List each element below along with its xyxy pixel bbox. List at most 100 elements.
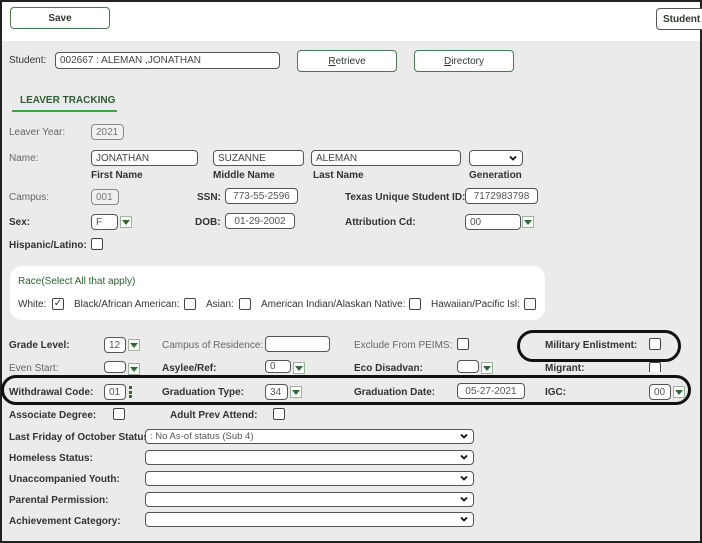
homeless-status-select[interactable] xyxy=(145,450,474,465)
toolbar: Save Student xyxy=(2,2,702,41)
associate-degree-label: Associate Degree: xyxy=(9,410,97,421)
grade-level-input[interactable]: 12 xyxy=(104,337,126,353)
race-asian-checkbox[interactable] xyxy=(239,298,251,310)
sex-dropdown-icon[interactable] xyxy=(120,216,132,228)
tsid-label: Texas Unique Student ID: xyxy=(345,192,466,203)
parental-permission-select[interactable] xyxy=(145,492,474,507)
attribution-dropdown-icon[interactable] xyxy=(522,216,534,228)
retrieve-button[interactable]: Retrieve xyxy=(297,50,397,72)
last-friday-october-value: : No As-of status (Sub 4) xyxy=(150,431,254,442)
hispanic-checkbox[interactable] xyxy=(91,238,103,250)
igc-dropdown-icon[interactable] xyxy=(673,386,685,398)
race-black-checkbox[interactable] xyxy=(184,298,196,310)
withdrawal-code-label: Withdrawal Code: xyxy=(9,387,94,398)
tab-leaver-tracking[interactable]: LEAVER TRACKING xyxy=(20,95,115,106)
igc-label: IGC: xyxy=(545,387,567,398)
race-white-checkbox[interactable]: ✓ xyxy=(52,298,64,310)
achievement-category-select[interactable] xyxy=(145,512,474,527)
leaver-year-label: Leaver Year: xyxy=(9,127,66,138)
race-black-label: Black/African American: xyxy=(74,299,180,310)
name-label: Name: xyxy=(9,153,39,164)
chevron-down-icon xyxy=(460,433,468,439)
igc-input[interactable]: 00 xyxy=(649,384,671,400)
student-button[interactable]: Student xyxy=(656,8,702,30)
race-panel: Race(Select All that apply) xyxy=(10,266,545,320)
campus-label: Campus: xyxy=(9,192,50,203)
asylee-input[interactable]: 0 xyxy=(265,360,291,373)
even-start-dropdown-icon[interactable] xyxy=(128,363,140,375)
first-name-caption: First Name xyxy=(91,170,143,181)
retrieve-label: Retrieve xyxy=(328,55,366,67)
homeless-status-label: Homeless Status: xyxy=(9,453,93,464)
even-start-label: Even Start: xyxy=(9,363,59,374)
save-button[interactable]: Save xyxy=(10,7,110,29)
hispanic-label: Hispanic/Latino: xyxy=(9,240,87,251)
sex-label: Sex: xyxy=(9,217,31,228)
asylee-dropdown-icon[interactable] xyxy=(293,362,305,374)
attribution-input[interactable]: 00 xyxy=(465,214,521,230)
graduation-type-label: Graduation Type: xyxy=(162,387,245,398)
adult-prev-attend-checkbox[interactable] xyxy=(273,408,285,420)
tab-active-indicator xyxy=(12,110,117,112)
ssn-label: SSN: xyxy=(197,192,221,203)
first-name-input[interactable]: JONATHAN xyxy=(91,150,198,166)
exclude-peims-label: Exclude From PEIMS: xyxy=(354,340,453,351)
middle-name-input[interactable]: SUZANNE xyxy=(213,150,304,166)
last-friday-october-select[interactable]: : No As-of status (Sub 4) xyxy=(145,429,474,444)
eco-disadvan-label: Eco Disadvan: xyxy=(354,363,423,374)
attribution-label: Attribution Cd: xyxy=(345,217,416,228)
eco-disadvan-dropdown-icon[interactable] xyxy=(481,362,493,374)
parental-permission-label: Parental Permission: xyxy=(9,495,109,506)
migrant-checkbox[interactable] xyxy=(649,362,661,372)
unaccompanied-youth-select[interactable] xyxy=(145,471,474,486)
military-enlistment-label: Military Enlistment: xyxy=(545,340,638,351)
even-start-input[interactable] xyxy=(104,361,126,373)
graduation-type-input[interactable]: 34 xyxy=(265,384,288,400)
campus-residence-label: Campus of Residence: xyxy=(162,340,264,351)
ssn-input[interactable]: 773-55-2596 xyxy=(225,188,298,204)
race-american-indian-label: American Indian/Alaskan Native: xyxy=(261,299,406,310)
achievement-category-label: Achievement Category: xyxy=(9,516,121,527)
race-hawaiian-checkbox[interactable] xyxy=(524,298,536,310)
sex-input[interactable]: F xyxy=(91,214,118,230)
directory-button[interactable]: Directory xyxy=(414,50,514,72)
last-name-input[interactable]: ALEMAN xyxy=(311,150,461,166)
chevron-down-icon xyxy=(460,454,468,460)
race-title: Race(Select All that apply) xyxy=(18,276,136,287)
more-options-icon[interactable] xyxy=(129,386,132,398)
campus-field: 001 xyxy=(91,189,119,205)
chevron-down-icon xyxy=(460,496,468,502)
associate-degree-checkbox[interactable] xyxy=(113,408,125,420)
adult-prev-attend-label: Adult Prev Attend: xyxy=(170,410,258,421)
grade-level-label: Grade Level: xyxy=(9,340,70,351)
military-enlistment-checkbox[interactable] xyxy=(649,338,661,350)
graduation-date-input[interactable]: 05-27-2021 xyxy=(457,383,525,399)
asylee-label: Asylee/Ref: xyxy=(162,363,217,374)
race-american-indian-checkbox[interactable] xyxy=(409,298,421,310)
dob-input[interactable]: 01-29-2002 xyxy=(225,213,295,229)
migrant-label: Migrant: xyxy=(545,363,585,374)
tsid-input[interactable]: 7172983798 xyxy=(465,188,538,204)
grade-level-dropdown-icon[interactable] xyxy=(128,339,140,351)
student-input[interactable]: 002667 : ALEMAN ,JONATHAN xyxy=(55,52,280,69)
leaver-year-field: 2021 xyxy=(91,124,124,140)
race-hawaiian-label: Hawaiian/Pacific Isl: xyxy=(431,299,520,310)
chevron-down-icon xyxy=(460,475,468,481)
chevron-down-icon xyxy=(509,155,517,161)
student-label: Student: xyxy=(9,55,47,66)
race-white-label: White: xyxy=(18,299,47,310)
graduation-date-label: Graduation Date: xyxy=(354,387,436,398)
chevron-down-icon xyxy=(460,516,468,522)
last-name-caption: Last Name xyxy=(313,170,364,181)
graduation-type-dropdown-icon[interactable] xyxy=(290,386,302,398)
race-asian-label: Asian: xyxy=(206,299,234,310)
last-friday-october-label: Last Friday of October Status: xyxy=(9,432,153,443)
middle-name-caption: Middle Name xyxy=(213,170,275,181)
exclude-peims-checkbox[interactable] xyxy=(457,338,469,350)
campus-residence-input[interactable] xyxy=(265,336,330,352)
generation-caption: Generation xyxy=(469,170,522,181)
generation-select[interactable] xyxy=(469,150,523,166)
eco-disadvan-input[interactable] xyxy=(457,360,479,373)
directory-label: Directory xyxy=(443,55,485,67)
withdrawal-code-input[interactable]: 01 xyxy=(104,384,126,400)
